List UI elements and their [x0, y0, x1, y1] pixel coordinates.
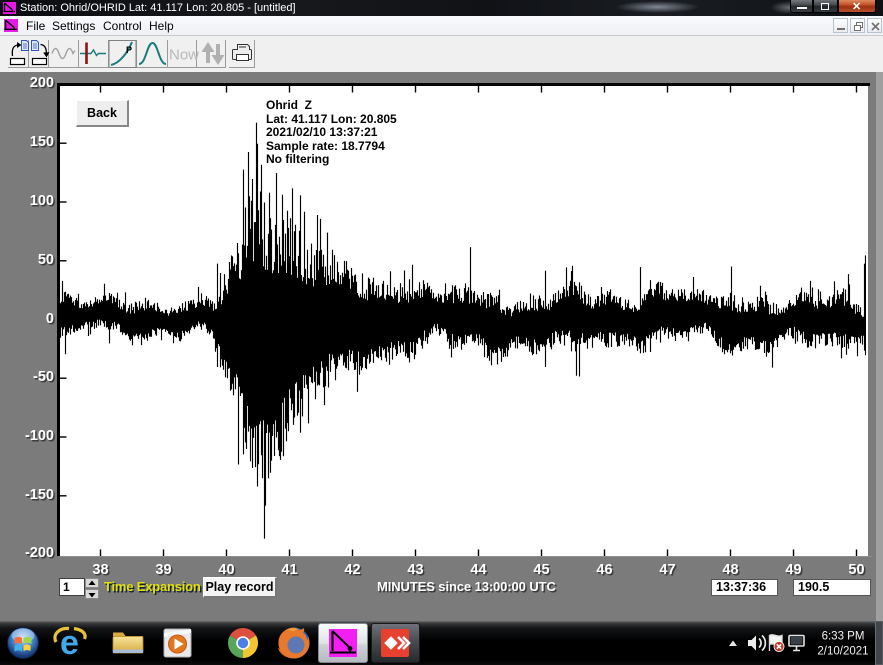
svg-text:P: P	[126, 45, 132, 55]
svg-text:Now: Now	[169, 47, 199, 64]
svg-text:2/10/2021: 2/10/2021	[817, 646, 868, 658]
svg-text:6:33 PM: 6:33 PM	[822, 631, 865, 643]
